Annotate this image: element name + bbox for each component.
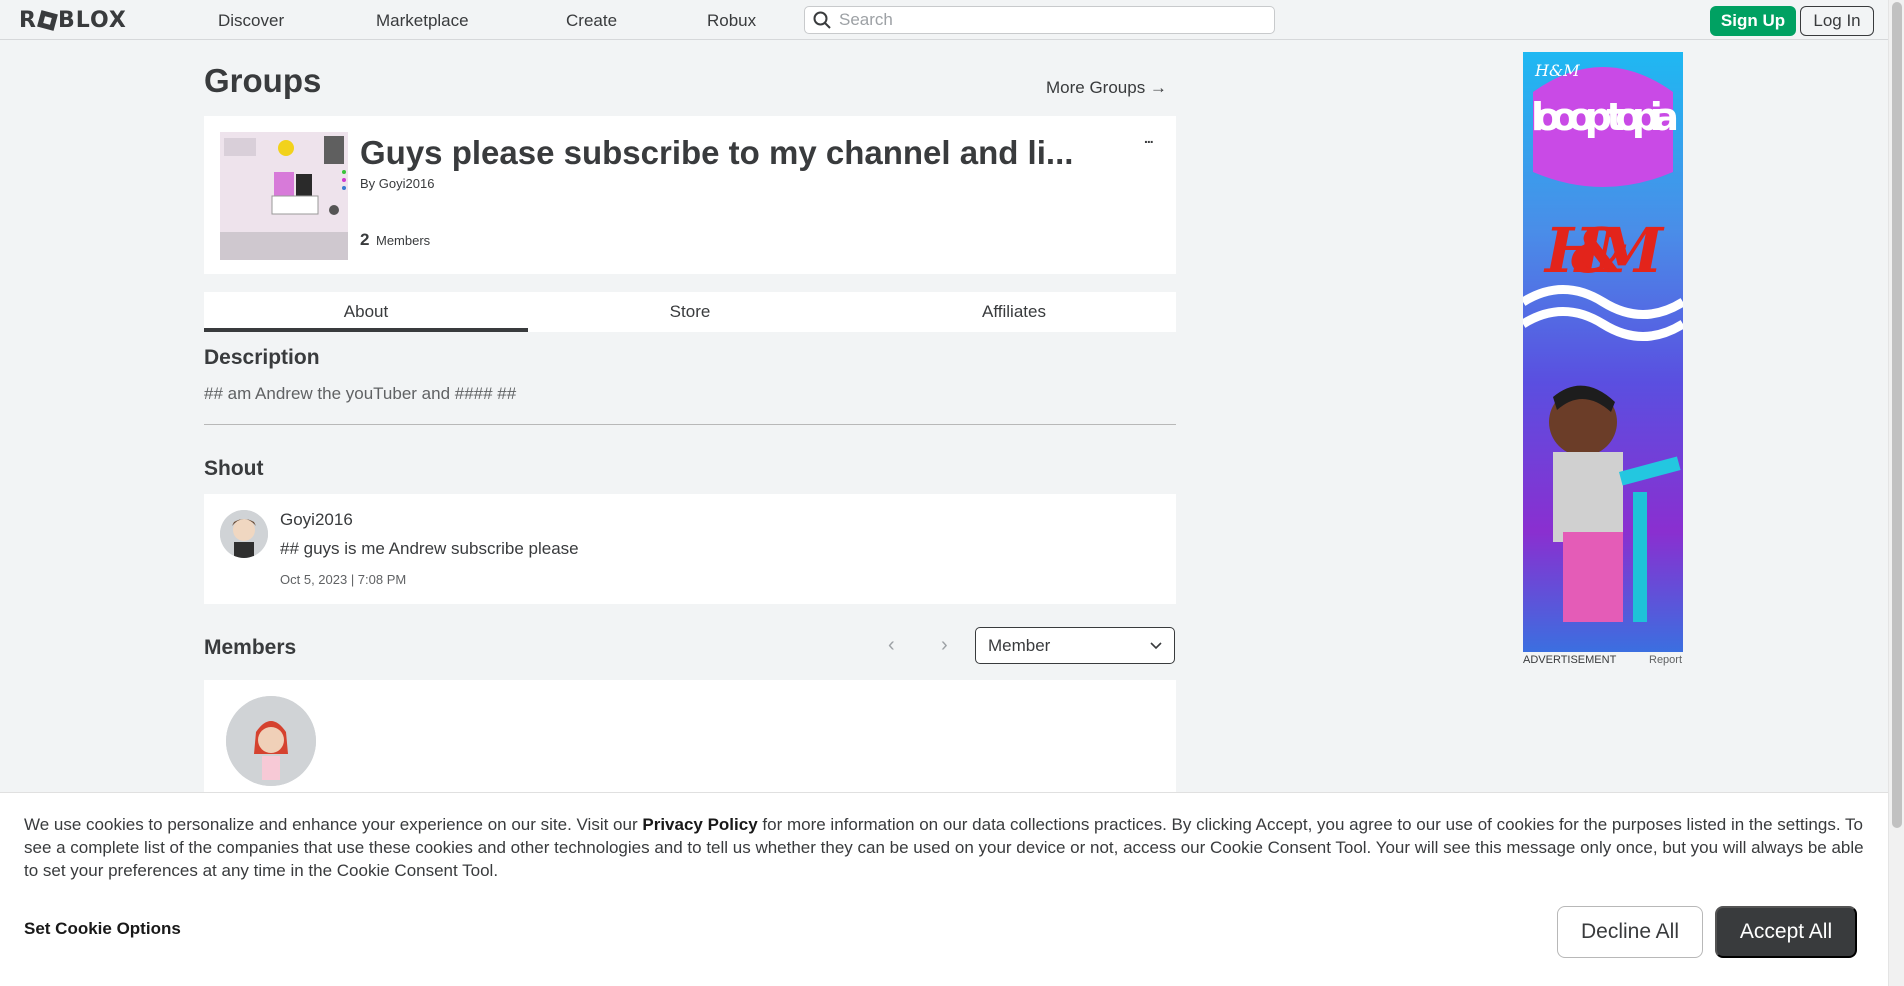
description-text: ## am Andrew the youTuber and #### ##	[204, 384, 517, 403]
chevron-left-icon[interactable]: ‹	[888, 634, 895, 657]
logo-o-icon	[37, 9, 58, 31]
logo-text-r: R	[19, 7, 37, 33]
member-avatar-art	[226, 696, 316, 786]
ad-brand-big: H&M	[1543, 214, 1665, 287]
members-label: Members	[376, 233, 431, 248]
shout-avatar-art	[220, 510, 268, 558]
ad-report-link[interactable]: Report	[1649, 654, 1682, 666]
more-groups-link[interactable]: More Groups →	[1046, 78, 1167, 98]
owner-prefix: By	[360, 176, 376, 191]
scrollbar-thumb[interactable]	[1892, 2, 1902, 828]
top-navigation-bar: R BLOX Discover Marketplace Create Robux …	[0, 0, 1888, 40]
avatar[interactable]	[220, 510, 268, 558]
members-heading: Members	[204, 636, 297, 659]
set-cookie-options-link[interactable]: Set Cookie Options	[24, 919, 181, 939]
owner-link[interactable]: Goyi2016	[379, 176, 435, 191]
role-select-value: Member	[988, 635, 1051, 655]
members-count: 2	[360, 230, 370, 249]
nav-marketplace[interactable]: Marketplace	[376, 11, 469, 31]
nav-create[interactable]: Create	[566, 11, 617, 31]
page-scrollbar[interactable]	[1888, 0, 1904, 986]
more-options-icon[interactable]: ...	[1144, 130, 1154, 146]
search-icon	[813, 11, 831, 29]
ad-label: ADVERTISEMENT	[1523, 654, 1617, 666]
roblox-logo[interactable]: R BLOX	[19, 7, 139, 33]
tab-store[interactable]: Store	[528, 292, 852, 332]
group-name: Guys please subscribe to my channel and …	[360, 134, 1074, 171]
search-input[interactable]	[839, 10, 1259, 30]
nav-discover[interactable]: Discover	[218, 11, 284, 31]
logo-text-blox: BLOX	[57, 7, 127, 33]
cookie-text-before: We use cookies to personalize and enhanc…	[24, 815, 643, 834]
advertisement-banner[interactable]: H&M looop topia H&M	[1523, 52, 1683, 652]
group-emblem-image	[220, 132, 348, 260]
chevron-down-icon	[1150, 641, 1162, 649]
sign-up-button[interactable]: Sign Up	[1710, 6, 1796, 36]
chevron-right-icon[interactable]: ›	[941, 634, 948, 657]
ad-headline: looop topia	[1531, 95, 1679, 139]
decline-all-button[interactable]: Decline All	[1557, 906, 1703, 958]
nav-robux[interactable]: Robux	[707, 11, 756, 31]
cookie-text: We use cookies to personalize and enhanc…	[24, 813, 1864, 882]
group-header-card: Guys please subscribe to my channel and …	[204, 116, 1176, 274]
group-tabs: About Store Affiliates	[204, 292, 1176, 332]
page-title: Groups	[204, 62, 322, 99]
privacy-policy-link[interactable]: Privacy Policy	[642, 815, 757, 834]
accept-all-button[interactable]: Accept All	[1715, 906, 1857, 958]
cookie-banner: We use cookies to personalize and enhanc…	[0, 792, 1888, 986]
ad-artwork: H&M looop topia H&M	[1523, 52, 1683, 652]
shout-body: ## guys is me Andrew subscribe please	[280, 539, 579, 558]
member-avatar[interactable]	[226, 696, 316, 786]
role-select[interactable]: Member	[975, 627, 1175, 664]
ad-brand-small: H&M	[1534, 61, 1580, 80]
shout-heading: Shout	[204, 457, 264, 480]
shout-card: Goyi2016 ## guys is me Andrew subscribe …	[204, 494, 1176, 604]
description-heading: Description	[204, 346, 320, 369]
tab-affiliates[interactable]: Affiliates	[852, 292, 1176, 332]
group-emblem-art	[220, 132, 348, 260]
log-in-button[interactable]: Log In	[1800, 6, 1874, 36]
search-box[interactable]	[804, 6, 1275, 34]
divider	[204, 424, 1176, 425]
members-card	[204, 680, 1176, 800]
tab-about[interactable]: About	[204, 292, 528, 332]
shout-username[interactable]: Goyi2016	[280, 510, 353, 530]
shout-date: Oct 5, 2023 | 7:08 PM	[280, 572, 407, 587]
group-owner: By Goyi2016	[360, 176, 434, 191]
